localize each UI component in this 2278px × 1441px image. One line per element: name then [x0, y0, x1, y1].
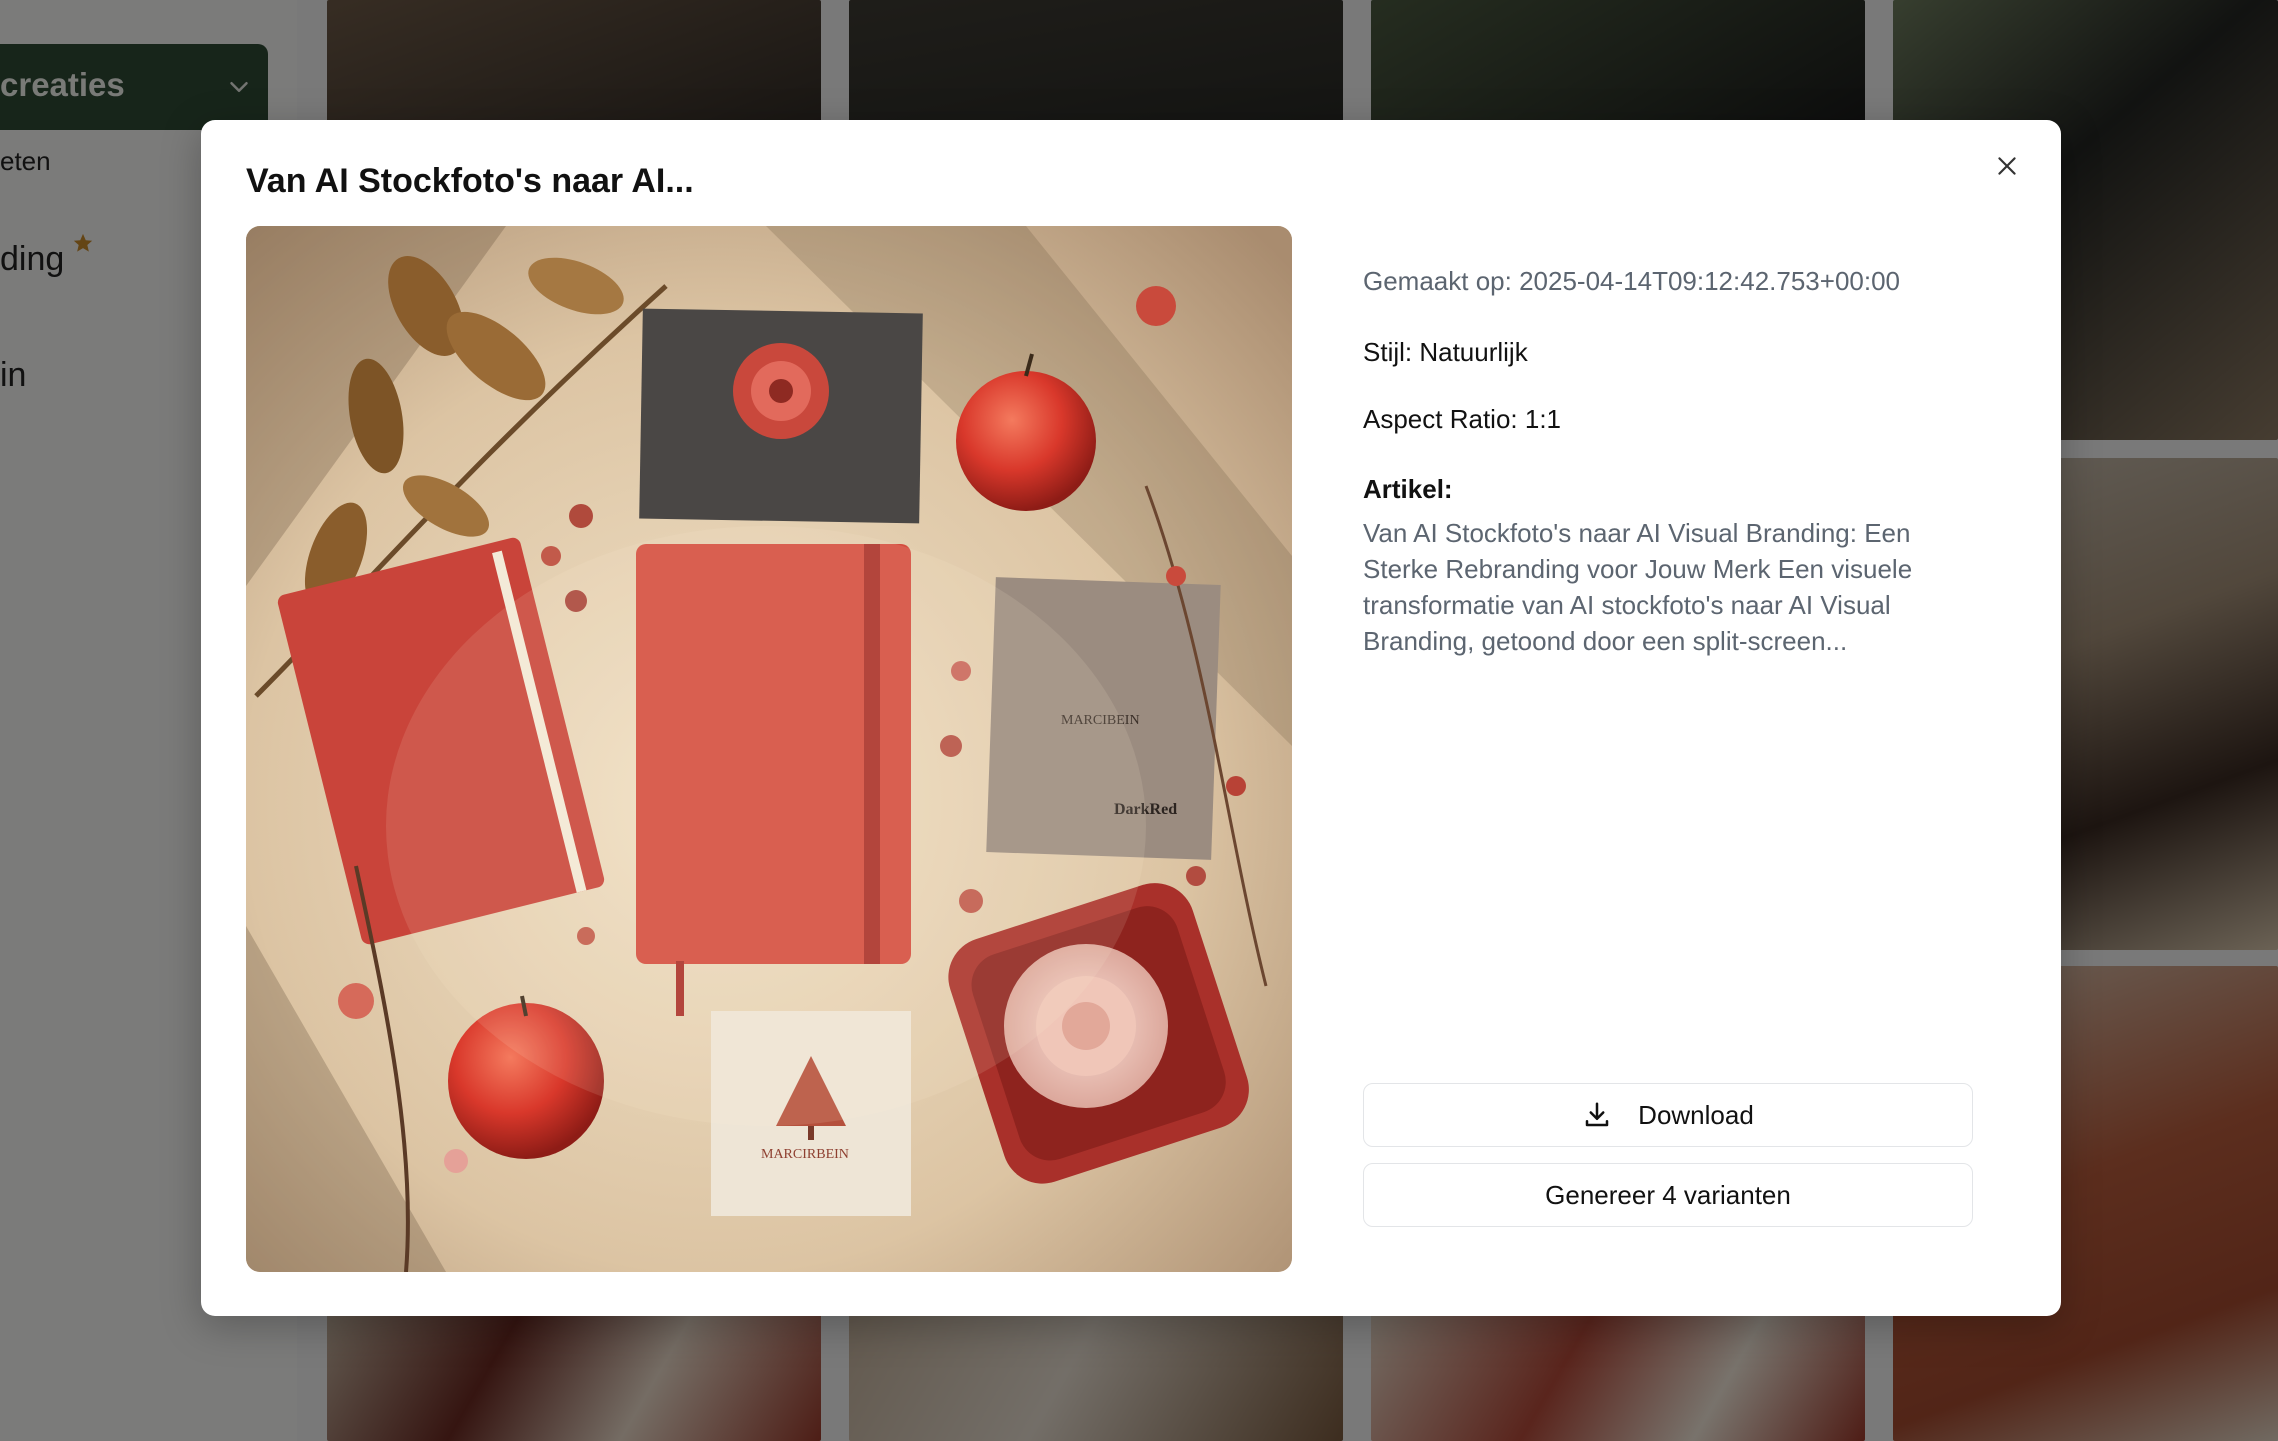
download-icon	[1585, 1102, 1609, 1127]
aspect-ratio-label: Aspect Ratio: 1:1	[1363, 404, 1561, 435]
generate-variants-button[interactable]: Genereer 4 varianten	[1363, 1163, 1973, 1227]
image-detail-modal: Van AI Stockfoto's naar AI... DarkRed MA…	[201, 120, 2061, 1316]
preview-image: MARCIBEIN DarkRed MARCIRBEIN	[246, 226, 1292, 1272]
modal-title: Van AI Stockfoto's naar AI...	[246, 162, 694, 200]
article-excerpt: Van AI Stockfoto's naar AI Visual Brandi…	[1363, 517, 1913, 656]
download-button[interactable]: Download	[1363, 1083, 1973, 1147]
close-icon	[1998, 157, 2016, 175]
download-label: Download	[1638, 1099, 1754, 1130]
created-date: Gemaakt op: 2025-04-14T09:12:42.753+00:0…	[1363, 266, 1901, 296]
article-label: Artikel:	[1363, 473, 1453, 504]
preview-illustration: MARCIBEIN DarkRed MARCIRBEIN	[246, 226, 1292, 1272]
image-info-panel: Gemaakt op: 2025-04-14T09:12:42.753+00:0…	[1363, 266, 2003, 659]
generate-variants-label: Genereer 4 varianten	[1545, 1179, 1791, 1210]
close-button[interactable]	[1983, 142, 2031, 190]
card-text: MARCIRBEIN	[761, 1147, 849, 1162]
style-label: Stijl: Natuurlijk	[1363, 337, 1528, 368]
